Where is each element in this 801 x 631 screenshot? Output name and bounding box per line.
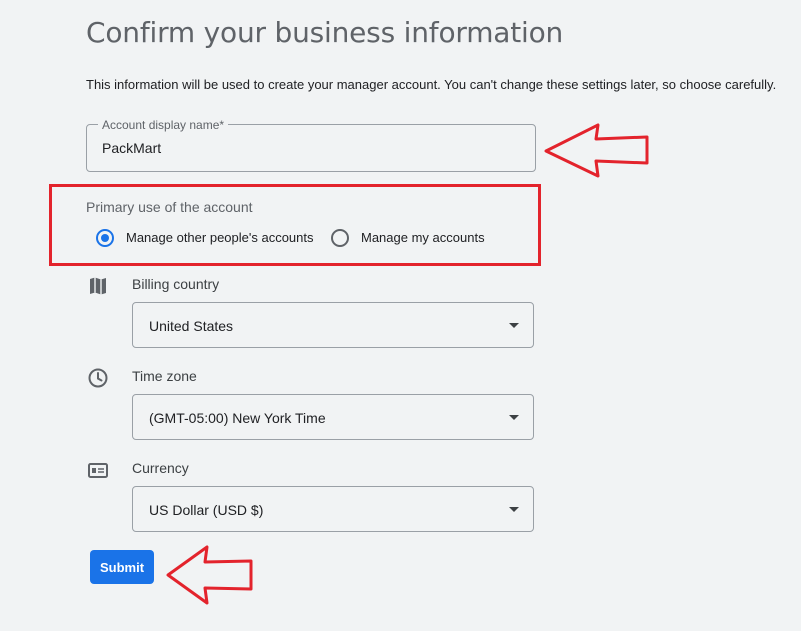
annotation-arrow-icon [166,545,253,605]
dropdown-arrow-icon [509,415,519,420]
billing-country-value: United States [149,318,234,334]
annotation-arrow-icon [544,123,649,178]
time-zone-label: Time zone [132,368,197,384]
submit-button[interactable]: Submit [90,550,154,584]
dropdown-arrow-icon [509,507,519,512]
display-name-label: Account display name* [98,118,229,132]
billing-country-label: Billing country [132,276,220,292]
currency-icon [88,463,108,478]
time-zone-value: (GMT-05:00) New York Time [149,410,326,426]
currency-value: US Dollar (USD $) [149,502,264,518]
page-title: Confirm your business information [86,16,564,49]
display-name-input[interactable]: PackMart [102,140,161,156]
currency-select[interactable]: US Dollar (USD $) [132,486,534,532]
clock-icon [88,368,108,388]
annotation-highlight-box [49,184,541,266]
page-description: This information will be used to create … [86,77,777,92]
time-zone-select[interactable]: (GMT-05:00) New York Time [132,394,534,440]
map-icon [90,277,106,295]
dropdown-arrow-icon [509,323,519,328]
billing-country-select[interactable]: United States [132,302,534,348]
currency-label: Currency [132,460,189,476]
